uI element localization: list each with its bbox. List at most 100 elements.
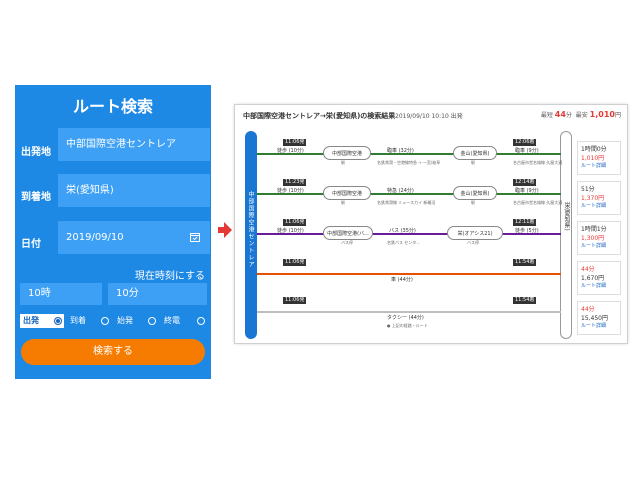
- start-time-tag: 11:06発: [283, 139, 307, 146]
- route-duration: 51分: [581, 186, 595, 193]
- end-time-tag: 11:54着: [513, 259, 537, 266]
- search-results-panel: 中部国際空港セントレア→栄(愛知県)の検索結果 2019/09/10 10:10…: [234, 104, 628, 344]
- route-summary-card[interactable]: 44分 15,450円 ルート詳細: [577, 301, 621, 335]
- walk-segment: 徒歩 (10分): [277, 228, 304, 234]
- mode-radio-group: 出発 到着 始発 終電: [20, 314, 208, 328]
- route-summary-card[interactable]: 51分 1,370円 ルート詳細: [577, 181, 621, 215]
- station-sub: バス停: [341, 240, 353, 245]
- route-detail-link[interactable]: ルート詳細: [581, 162, 617, 169]
- route-summary-card[interactable]: 44分 1,670円 ルート詳細: [577, 261, 621, 295]
- mode-radio-arrival[interactable]: 到着: [67, 314, 111, 328]
- route-detail-link[interactable]: ルート詳細: [581, 282, 617, 289]
- route-row-4[interactable]: 11:06発 11:54着 車 (44分): [257, 259, 561, 295]
- radio-dot-icon: [148, 317, 156, 325]
- route-duration: 44分: [581, 306, 595, 313]
- fastest-value: 44: [554, 110, 566, 119]
- route-search-panel: ルート検索 出発地 中部国際空港セントレア 到着地 栄(愛知県) 日付 2019…: [15, 85, 211, 379]
- walk-segment: 徒歩 (10分): [277, 188, 304, 194]
- bus-segment: バス (35分): [389, 228, 416, 234]
- date-field[interactable]: 2019/09/10: [58, 221, 210, 254]
- end-time-tag: 12:11着: [513, 219, 537, 226]
- route-fare: 1,370円: [581, 195, 605, 202]
- route-line: [257, 273, 561, 275]
- station-node: 中部国際空港(バ...: [323, 226, 373, 240]
- train-segment: 臨車 (32分): [387, 148, 414, 154]
- station-node: 金山(愛知県): [453, 146, 497, 160]
- start-time-tag: 11:06発: [283, 219, 307, 226]
- radio-dot-icon: [197, 317, 205, 325]
- radio-dot-icon: [54, 317, 62, 325]
- date-label: 日付: [21, 239, 41, 250]
- from-field[interactable]: 中部国際空港セントレア: [58, 128, 210, 161]
- route-detail-link[interactable]: ルート詳細: [581, 322, 617, 329]
- cheapest-unit: 円: [614, 112, 621, 119]
- start-time-tag: 11:06発: [283, 297, 307, 304]
- search-button[interactable]: 検索する: [21, 339, 205, 365]
- minute-select[interactable]: 10分: [108, 283, 207, 305]
- station-sub: 駅: [471, 160, 475, 165]
- mode-radio-last-train[interactable]: 終電: [161, 314, 207, 328]
- train-sub: 名鉄常滑・空港線特急 → 一宮/岐阜: [377, 160, 441, 165]
- route-fare: 1,010円: [581, 155, 605, 162]
- route-duration: 1時間1分: [581, 226, 607, 233]
- route-row-3[interactable]: 11:06発 12:11着 徒歩 (10分) 中部国際空港(バ... バス停 バ…: [257, 219, 561, 255]
- route-detail-link[interactable]: ルート詳細: [581, 202, 617, 209]
- route-summary-card[interactable]: 1時間1分 1,300円 ルート詳細: [577, 221, 621, 255]
- route-duration: 44分: [581, 266, 595, 273]
- mode-radio-first-train[interactable]: 始発: [114, 314, 158, 328]
- station-node: 栄(オアシス21): [447, 226, 503, 240]
- route-row-1[interactable]: 11:06発 12:06着 徒歩 (10分) 中部国際空港 駅 臨車 (32分)…: [257, 139, 563, 175]
- hour-select[interactable]: 10時: [20, 283, 102, 305]
- mode-radio-departure[interactable]: 出発: [20, 314, 64, 328]
- last-segment: 臨車 (9分): [515, 148, 539, 154]
- date-value: 2019/09/10: [66, 232, 124, 243]
- car-segment: 車 (44分): [391, 277, 413, 283]
- cheapest-label: 最安: [575, 112, 588, 119]
- taxi-sub: ● 上記の経路・ルート: [387, 323, 428, 328]
- station-node: 中部国際空港: [323, 146, 371, 160]
- train-sub: 名鉄常滑線 ミュースカイ 新鵜沼: [377, 200, 436, 205]
- station-sub: 駅: [341, 200, 345, 205]
- end-station-label: 栄(愛知県): [563, 202, 570, 231]
- last-sub: 名古屋市営名城線 久屋大通: [513, 160, 563, 165]
- mode-label-last-train: 終電: [164, 316, 180, 325]
- route-duration: 1時間0分: [581, 146, 607, 153]
- set-current-time-link[interactable]: 現在時刻にする: [135, 267, 205, 282]
- to-label: 到着地: [21, 192, 51, 203]
- station-node: 中部国際空港: [323, 186, 371, 200]
- route-fare: 15,450円: [581, 315, 608, 322]
- fastest-unit: 分: [565, 112, 572, 119]
- station-sub: バス停: [467, 240, 479, 245]
- train-segment: 特急 (24分): [387, 188, 414, 194]
- last-sub: 名古屋市営名城線 久屋大通: [513, 200, 563, 205]
- end-time-tag: 11:54着: [513, 297, 537, 304]
- start-time-tag: 11:23発: [283, 179, 307, 186]
- last-segment: 臨車 (9分): [515, 188, 539, 194]
- bus-sub: 名鉄バス センタ...: [387, 240, 421, 245]
- end-time-tag: 12:06着: [513, 139, 537, 146]
- to-field[interactable]: 栄(愛知県): [58, 174, 210, 207]
- route-summary-card[interactable]: 1時間0分 1,010円 ルート詳細: [577, 141, 621, 175]
- start-station-label: 中部国際空港セントレア: [247, 191, 254, 268]
- route-row-2[interactable]: 11:23発 12:14着 徒歩 (10分) 中部国際空港 駅 特急 (24分)…: [257, 179, 563, 215]
- route-row-5[interactable]: 11:06発 11:54着 タクシー (44分) ● 上記の経路・ルート: [257, 297, 561, 333]
- fastest-label: 最短: [540, 112, 553, 119]
- start-station-column: 中部国際空港セントレア: [245, 131, 257, 339]
- results-heading: 中部国際空港セントレア→栄(愛知県)の検索結果: [243, 112, 396, 120]
- mode-label-arrival: 到着: [70, 316, 86, 325]
- route-fare: 1,670円: [581, 275, 605, 282]
- mode-label-first-train: 始発: [117, 316, 133, 325]
- calendar-icon[interactable]: [190, 232, 200, 242]
- route-detail-link[interactable]: ルート詳細: [581, 242, 617, 249]
- mode-label-departure: 出発: [23, 316, 39, 325]
- route-fare: 1,300円: [581, 235, 605, 242]
- right-arrow-icon: [218, 222, 232, 238]
- station-node: 金山(愛知県): [453, 186, 497, 200]
- start-time-tag: 11:06発: [283, 259, 307, 266]
- station-sub: 駅: [341, 160, 345, 165]
- from-label: 出発地: [21, 147, 51, 158]
- last-segment: 徒歩 (5分): [515, 228, 539, 234]
- end-time-tag: 12:14着: [513, 179, 537, 186]
- walk-segment: 徒歩 (10分): [277, 148, 304, 154]
- radio-dot-icon: [101, 317, 109, 325]
